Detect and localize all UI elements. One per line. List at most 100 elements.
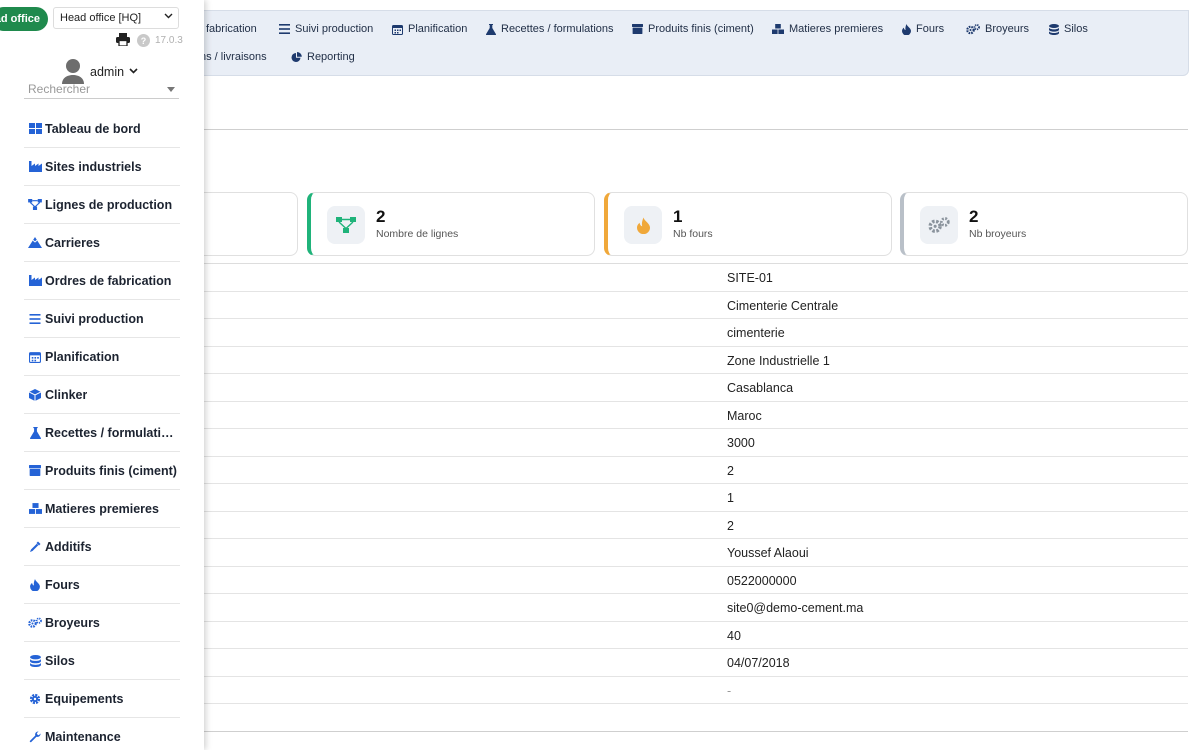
search-input[interactable]: Rechercher bbox=[24, 79, 179, 99]
topmenu-item-label: Suivi production bbox=[295, 23, 374, 35]
print-icon[interactable] bbox=[116, 33, 130, 51]
company-select[interactable]: Head office [HQ] bbox=[53, 7, 179, 29]
sidebar-item-label: Additifs bbox=[45, 539, 92, 554]
sidebar-item-maintenance[interactable]: Maintenance bbox=[24, 718, 180, 750]
top-menu: fabrication Suivi production Planificati… bbox=[185, 10, 1189, 76]
topmenu-item-label: fabrication bbox=[206, 23, 257, 35]
sidebar-item-label: Maintenance bbox=[45, 729, 121, 744]
detail-value: Maroc bbox=[727, 408, 762, 423]
sidebar-item-silos[interactable]: Silos bbox=[24, 642, 180, 680]
stat-card-fours[interactable]: 1 Nb fours bbox=[604, 192, 892, 256]
sidebar-item-tableau-de-bord[interactable]: Tableau de bord bbox=[24, 110, 180, 148]
sidebar-item-label: Planification bbox=[45, 349, 120, 364]
sidebar-item-matieres-premieres[interactable]: Matieres premieres bbox=[24, 490, 180, 528]
factory-icon bbox=[28, 161, 42, 172]
box-icon bbox=[28, 465, 42, 476]
flask-icon bbox=[28, 426, 42, 439]
detail-row: Cimenterie Centrale bbox=[204, 292, 1188, 319]
stat-card-lignes[interactable]: 2 Nombre de lignes bbox=[307, 192, 595, 256]
detail-value: 2 bbox=[727, 518, 734, 533]
sidebar-item-planification[interactable]: Planification bbox=[24, 338, 180, 376]
header-divider bbox=[204, 129, 1188, 130]
topmenu-item-expeditions[interactable]: ns / livraisons bbox=[200, 51, 267, 63]
sidebar-item-label: Tableau de bord bbox=[45, 121, 141, 136]
network-icon bbox=[28, 199, 42, 210]
company-badge-button[interactable]: Head office bbox=[0, 7, 48, 31]
detail-list: SITE-01 Cimenterie Centrale cimenterie Zone… bbox=[204, 263, 1188, 732]
detail-value: 1 bbox=[727, 491, 734, 505]
topmenu-item-label: Recettes / formulations bbox=[501, 23, 614, 35]
stat-card-broyeurs[interactable]: 2 Nb broyeurs bbox=[900, 192, 1188, 256]
detail-value: cimenterie bbox=[727, 326, 785, 340]
footer-divider bbox=[204, 731, 1188, 732]
network-icon bbox=[327, 206, 365, 244]
detail-row: 40 bbox=[204, 622, 1188, 649]
sidebar-item-broyeurs[interactable]: Broyeurs bbox=[24, 604, 180, 642]
topmenu-item-label: Reporting bbox=[307, 51, 355, 63]
sidebar-item-sites-industriels[interactable]: Sites industriels bbox=[24, 148, 180, 186]
detail-row: 0522000000 bbox=[204, 567, 1188, 594]
detail-row: 3000 bbox=[204, 429, 1188, 457]
topmenu-item-fours[interactable]: Fours bbox=[902, 23, 944, 35]
sidebar-nav: Tableau de bord Sites industriels Lignes d… bbox=[24, 110, 180, 750]
help-icon[interactable]: ? bbox=[137, 34, 150, 47]
wrench-icon bbox=[28, 730, 42, 743]
topmenu-item-matieres-premieres[interactable]: Matieres premieres bbox=[772, 23, 883, 35]
search-placeholder: Rechercher bbox=[28, 82, 91, 96]
calendar-icon bbox=[392, 24, 403, 35]
detail-row bbox=[204, 704, 1188, 732]
detail-value: Youssef Alaoui bbox=[727, 546, 809, 560]
gears-icon bbox=[966, 23, 980, 35]
company-select-value: Head office [HQ] bbox=[60, 12, 142, 24]
sidebar-item-label: Ordres de fabrication bbox=[45, 273, 172, 288]
sidebar-item-recettes-formulatio[interactable]: Recettes / formulatio… bbox=[24, 414, 180, 452]
topmenu-item-silos[interactable]: Silos bbox=[1049, 23, 1088, 35]
detail-row: 1 bbox=[204, 484, 1188, 512]
topmenu-item-reporting[interactable]: Reporting bbox=[291, 51, 355, 63]
boxes-icon bbox=[772, 24, 784, 34]
sidebar-item-produits-finis-ciment[interactable]: Produits finis (ciment) bbox=[24, 452, 180, 490]
flame-icon bbox=[902, 23, 911, 35]
stat-value: 2 bbox=[376, 207, 386, 226]
detail-row: Zone Industrielle 1 bbox=[204, 347, 1188, 374]
sidebar-item-clinker[interactable]: Clinker bbox=[24, 376, 180, 414]
detail-value: 04/07/2018 bbox=[727, 656, 790, 670]
sidebar-item-equipements[interactable]: Equipements bbox=[24, 680, 180, 718]
detail-value: Cimenterie Centrale bbox=[727, 298, 839, 313]
sidebar-item-additifs[interactable]: Additifs bbox=[24, 528, 180, 566]
topmenu-item-produits-finis[interactable]: Produits finis (ciment) bbox=[632, 23, 754, 35]
detail-value: 0522000000 bbox=[727, 573, 797, 588]
topmenu-item-ordres-fabrication[interactable]: fabrication bbox=[206, 23, 257, 35]
detail-value: site0@demo-cement.ma bbox=[727, 601, 864, 615]
box-icon bbox=[632, 24, 643, 34]
sidebar-item-label: Matieres premieres bbox=[45, 501, 159, 516]
topmenu-item-suivi-production[interactable]: Suivi production bbox=[279, 23, 373, 35]
topmenu-item-broyeurs[interactable]: Broyeurs bbox=[966, 23, 1029, 35]
detail-row: SITE-01 bbox=[204, 264, 1188, 292]
user-menu[interactable]: admin bbox=[90, 65, 124, 79]
detail-value: SITE-01 bbox=[727, 271, 773, 285]
sidebar-item-carrieres[interactable]: Carrieres bbox=[24, 224, 180, 262]
sidebar-item-ordres-de-fabrication[interactable]: Ordres de fabrication bbox=[24, 262, 180, 300]
chevron-down-icon[interactable] bbox=[129, 66, 138, 77]
stat-label: Nb broyeurs bbox=[969, 228, 1027, 240]
detail-row: 04/07/2018 bbox=[204, 649, 1188, 677]
topmenu-item-recettes[interactable]: Recettes / formulations bbox=[486, 23, 614, 35]
stat-value: 2 bbox=[969, 207, 979, 226]
topmenu-item-label: ns / livraisons bbox=[200, 51, 267, 63]
detail-row: Casablanca bbox=[204, 374, 1188, 402]
topmenu-item-planification[interactable]: Planification bbox=[392, 23, 467, 35]
sidebar-item-suivi-production[interactable]: Suivi production bbox=[24, 300, 180, 338]
sidebar-item-lignes-de-production[interactable]: Lignes de production bbox=[24, 186, 180, 224]
topmenu-item-label: Produits finis (ciment) bbox=[648, 23, 754, 35]
eyedropper-icon bbox=[28, 541, 42, 553]
topmenu-item-label: Matieres premieres bbox=[789, 23, 884, 35]
detail-value: 40 bbox=[727, 628, 741, 643]
detail-row: Youssef Alaoui bbox=[204, 539, 1188, 567]
sidebar-item-fours[interactable]: Fours bbox=[24, 566, 180, 604]
database-icon bbox=[28, 654, 42, 667]
flame-icon bbox=[28, 578, 42, 591]
flame-icon bbox=[624, 206, 662, 244]
calendar-icon bbox=[28, 351, 42, 363]
sidebar-item-label: Silos bbox=[45, 653, 75, 668]
